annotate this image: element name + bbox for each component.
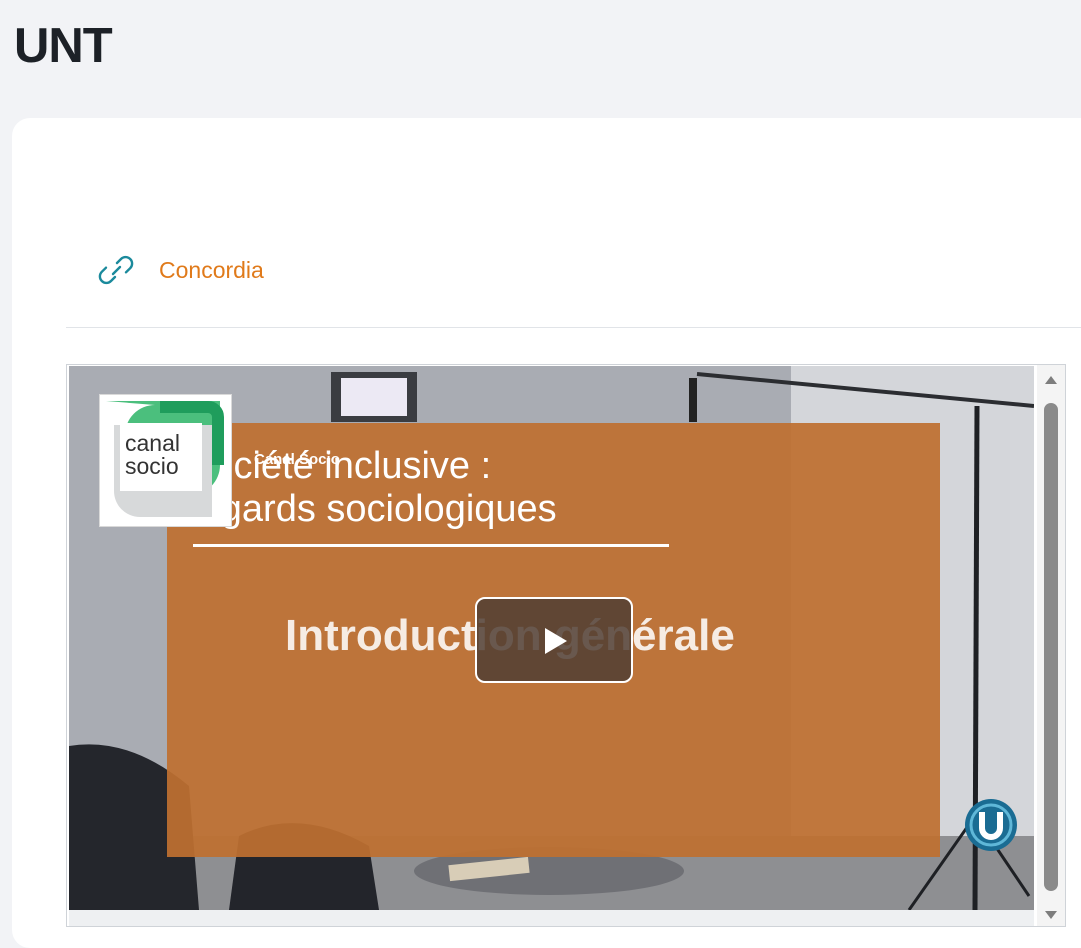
- divider: [66, 327, 1081, 328]
- page-title: UNT: [14, 19, 113, 73]
- scroll-up-arrow-icon[interactable]: [1043, 373, 1059, 387]
- play-icon: [545, 628, 567, 654]
- embed-scrollbar[interactable]: [1037, 365, 1065, 926]
- channel-logo[interactable]: canal socio: [99, 394, 232, 527]
- channel-logo-text: canal socio: [125, 430, 180, 479]
- video-thumbnail[interactable]: Société inclusive : regards sociologique…: [69, 366, 1034, 910]
- university-logo-icon: [965, 799, 1017, 851]
- resource-link-row[interactable]: Concordia: [96, 250, 264, 290]
- video-embed[interactable]: Société inclusive : regards sociologique…: [66, 364, 1066, 927]
- link-icon: [98, 255, 134, 285]
- frame-bottom-strip: [69, 910, 1034, 926]
- channel-name[interactable]: Canal Socio: [254, 451, 340, 468]
- title-underline: [193, 544, 669, 547]
- play-button[interactable]: [475, 597, 633, 683]
- scroll-down-arrow-icon[interactable]: [1043, 908, 1059, 922]
- concordia-link[interactable]: Concordia: [159, 257, 264, 284]
- scroll-thumb[interactable]: [1044, 403, 1058, 891]
